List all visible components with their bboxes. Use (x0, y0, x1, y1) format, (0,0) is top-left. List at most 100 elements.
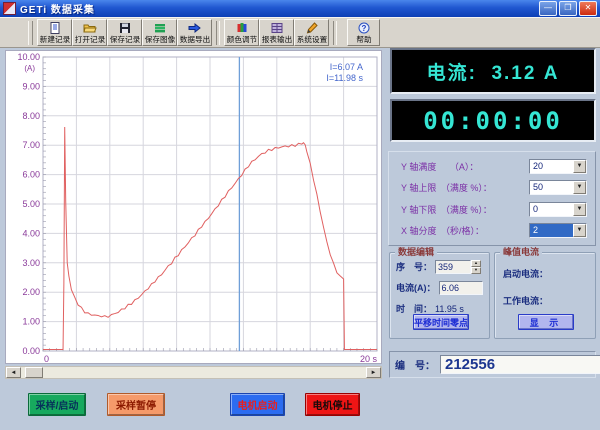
sample-pause-button[interactable]: 采样暂停 (107, 393, 165, 416)
index-spinner[interactable]: ▲ ▼ (471, 260, 481, 274)
serial-number-input[interactable] (440, 355, 600, 374)
data-export-icon (188, 22, 201, 35)
svg-text:9.00: 9.00 (22, 81, 40, 91)
app-icon (3, 2, 16, 15)
current-display-label: 电流: (427, 63, 477, 84)
time-value: 11.95 s (435, 304, 464, 314)
close-button[interactable]: ✕ (579, 1, 597, 16)
x-division-row: X 轴分度 （秒/格）： 2 ▼ (401, 222, 587, 238)
working-current-label: 工作电流： (503, 294, 595, 307)
index-input[interactable] (435, 260, 471, 274)
maximize-button[interactable]: ❐ (559, 1, 577, 16)
chevron-down-icon[interactable]: ▼ (573, 203, 586, 216)
combo-value: 20 (530, 160, 573, 173)
combo-value: 50 (530, 181, 573, 194)
svg-text:8.00: 8.00 (22, 111, 40, 121)
sample-start-button[interactable]: 采样/启动 (28, 393, 86, 416)
toolbar-button-data-export[interactable]: 数据导出 (177, 19, 212, 46)
spin-down-icon[interactable]: ▼ (471, 267, 481, 274)
spin-up-icon[interactable]: ▲ (471, 260, 481, 267)
svg-text:1.00: 1.00 (22, 317, 40, 327)
save-image-icon (154, 22, 166, 35)
svg-text:20 s: 20 s (360, 354, 378, 363)
toolbar-button-help[interactable]: ? 帮助 (347, 19, 380, 46)
current-label: 电流(A)： (396, 281, 436, 294)
serial-number-label: 编 号： (395, 357, 435, 372)
svg-text:5.00: 5.00 (22, 199, 40, 209)
svg-text:I=11.98 s: I=11.98 s (326, 73, 363, 83)
toolbar-label: 数据导出 (179, 35, 209, 44)
current-input[interactable] (439, 281, 483, 295)
toolbar-label: 报表输出 (261, 35, 291, 44)
toolbar-separator (333, 21, 337, 45)
open-record-icon (83, 22, 97, 35)
startup-current-label: 启动电流： (503, 267, 595, 280)
scroll-left-arrow[interactable]: ◄ (6, 367, 21, 378)
index-label: 序 号： (396, 260, 432, 273)
index-row: 序 号： ▲ ▼ (396, 259, 485, 274)
current-display-text: 电流: 3.12 A (427, 58, 560, 85)
motor-start-button[interactable]: 电机启动 (230, 393, 285, 416)
y-fullscale-select[interactable]: 20 ▼ (529, 159, 587, 174)
current-vs-time-chart[interactable]: 10.009.008.007.006.005.004.003.002.001.0… (6, 51, 381, 363)
svg-text:6.00: 6.00 (22, 170, 40, 180)
toolbar-label: 系统设置 (296, 35, 326, 44)
toolbar-label: 颜色调节 (226, 35, 256, 44)
toolbar-label: 保存图像 (144, 35, 174, 44)
system-settings-icon (306, 22, 318, 35)
toolbar-button-open-record[interactable]: 打开记录 (72, 19, 107, 46)
y-lower-limit-select[interactable]: 0 ▼ (529, 202, 587, 217)
chevron-down-icon[interactable]: ▼ (573, 181, 586, 194)
svg-text:0: 0 (44, 354, 49, 363)
y-lower-limit-row: Y 轴下限 （满度 %）： 0 ▼ (401, 201, 587, 217)
data-edit-group: 数据编辑 序 号： ▲ ▼ 电流(A)： 时 间： 11.95 s 平移时间零点 (389, 252, 490, 339)
toolbar-button-color-adjust[interactable]: 颜色调节 (224, 19, 259, 46)
scroll-track[interactable] (21, 367, 366, 378)
toolbar-button-system-settings[interactable]: 系统设置 (294, 19, 329, 46)
toolbar: 新建记录 打开记录 保存记录 保存图像 数据导出 颜色调节 (0, 17, 600, 48)
show-peak-button[interactable]: 显 示 (518, 314, 574, 330)
x-division-select[interactable]: 2 ▼ (529, 223, 587, 238)
toolbar-button-new-record[interactable]: 新建记录 (37, 19, 72, 46)
chevron-down-icon[interactable]: ▼ (573, 160, 586, 173)
data-edit-caption: 数据编辑 (395, 247, 437, 258)
motor-stop-button[interactable]: 电机停止 (305, 393, 360, 416)
current-display: 电流: 3.12 A (390, 48, 596, 94)
report-output-icon (271, 22, 283, 35)
scroll-thumb[interactable] (25, 367, 43, 378)
toolbar-separator (216, 21, 220, 45)
minimize-button[interactable]: — (539, 1, 557, 16)
y-upper-limit-select[interactable]: 50 ▼ (529, 180, 587, 195)
scroll-right-arrow[interactable]: ► (366, 367, 381, 378)
toolbar-button-save-record[interactable]: 保存记录 (107, 19, 142, 46)
toolbar-label: 打开记录 (74, 35, 104, 44)
y-upper-limit-label: Y 轴上限 （满度 %）： (401, 181, 492, 194)
help-icon: ? (358, 22, 370, 35)
shift-time-zero-button[interactable]: 平移时间零点 (413, 314, 469, 330)
chevron-down-icon[interactable]: ▼ (573, 224, 586, 237)
combo-value: 2 (530, 224, 573, 237)
svg-text:I=6.07 A: I=6.07 A (330, 62, 363, 72)
svg-text:?: ? (361, 24, 366, 33)
chart-horizontal-scrollbar[interactable]: ◄ ► (5, 366, 382, 379)
peak-current-group: 峰值电流 启动电流： 工作电流： 显 示 (494, 252, 596, 339)
toolbar-button-report-output[interactable]: 报表输出 (259, 19, 294, 46)
toolbar-button-save-image[interactable]: 保存图像 (142, 19, 177, 46)
y-fullscale-label: Y 轴满度 （A）： (401, 160, 478, 173)
toolbar-grip (28, 21, 33, 45)
svg-text:4.00: 4.00 (22, 228, 40, 238)
svg-text:2.00: 2.00 (22, 287, 40, 297)
current-display-value: 3.12 A (491, 63, 559, 84)
new-record-icon (49, 22, 61, 35)
timer-display: 00:00:00 (390, 99, 596, 142)
chart-panel: 10.009.008.007.006.005.004.003.002.001.0… (5, 50, 382, 364)
axis-settings-panel: Y 轴满度 （A）： 20 ▼ Y 轴上限 （满度 %）： 50 ▼ Y 轴下限… (388, 151, 596, 246)
toolbar-label: 新建记录 (39, 35, 69, 44)
y-lower-limit-label: Y 轴下限 （满度 %）： (401, 203, 492, 216)
timer-display-value: 00:00:00 (423, 107, 563, 135)
color-adjust-icon (236, 22, 248, 35)
combo-value: 0 (530, 203, 573, 216)
y-fullscale-row: Y 轴满度 （A）： 20 ▼ (401, 159, 587, 175)
toolbar-label: 帮助 (356, 35, 371, 44)
save-record-icon (119, 22, 131, 35)
